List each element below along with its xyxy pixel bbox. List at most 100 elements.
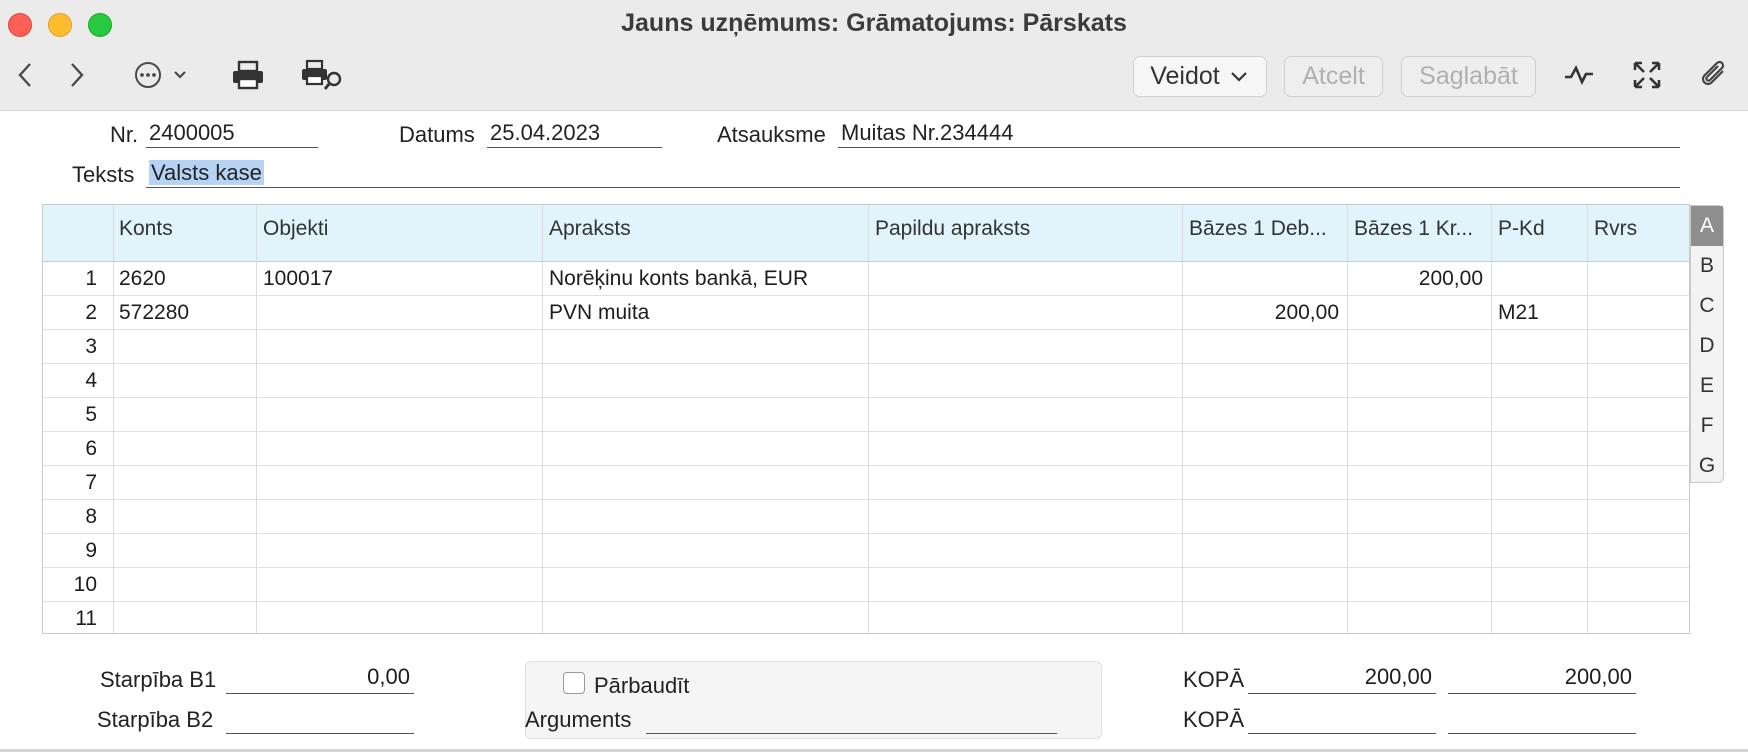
- cell-debets[interactable]: 200,00: [1183, 296, 1347, 330]
- table-row[interactable]: 10: [43, 568, 1689, 602]
- side-tab-c[interactable]: C: [1691, 286, 1723, 326]
- cell-debets[interactable]: [1183, 330, 1347, 364]
- cell-papildu-apraksts[interactable]: [875, 364, 1179, 398]
- cell-kredits[interactable]: [1348, 330, 1491, 364]
- cell-konts[interactable]: [119, 398, 253, 432]
- cell-objekti[interactable]: [263, 398, 539, 432]
- cell-kredits[interactable]: [1348, 432, 1491, 466]
- table-row[interactable]: 8: [43, 500, 1689, 534]
- cell-debets[interactable]: [1183, 466, 1347, 500]
- cell-p-kd[interactable]: [1498, 262, 1586, 296]
- kopa2-kredits-field[interactable]: [1448, 704, 1636, 734]
- cell-papildu-apraksts[interactable]: [875, 500, 1179, 534]
- cell-p-kd[interactable]: [1498, 330, 1586, 364]
- cell-p-kd[interactable]: [1498, 602, 1586, 633]
- col-objekti[interactable]: Objekti: [257, 205, 541, 262]
- forward-icon[interactable]: [66, 58, 88, 92]
- cell-p-kd[interactable]: M21: [1498, 296, 1586, 330]
- cell-papildu-apraksts[interactable]: [875, 330, 1179, 364]
- cell-apraksts[interactable]: [549, 568, 865, 602]
- back-icon[interactable]: [14, 58, 36, 92]
- starpiba-b2-field[interactable]: [226, 704, 414, 734]
- kopa-kredits-field[interactable]: 200,00: [1448, 664, 1636, 694]
- cell-apraksts[interactable]: [549, 432, 865, 466]
- cell-papildu-apraksts[interactable]: [875, 534, 1179, 568]
- side-tab-a[interactable]: A: [1691, 206, 1723, 246]
- table-row[interactable]: 6: [43, 432, 1689, 466]
- col-konts[interactable]: Konts: [113, 205, 255, 262]
- parbaudit-label[interactable]: Pārbaudīt: [594, 673, 689, 699]
- table-row[interactable]: 7: [43, 466, 1689, 500]
- cell-objekti[interactable]: [263, 500, 539, 534]
- cell-debets[interactable]: [1183, 534, 1347, 568]
- cell-apraksts[interactable]: [549, 364, 865, 398]
- cell-konts[interactable]: [119, 364, 253, 398]
- cell-rvrs[interactable]: [1594, 364, 1686, 398]
- cell-kredits[interactable]: [1348, 398, 1491, 432]
- cell-p-kd[interactable]: [1498, 500, 1586, 534]
- saglabat-button[interactable]: Saglabāt: [1401, 56, 1536, 97]
- cell-apraksts[interactable]: [549, 330, 865, 364]
- cell-debets[interactable]: [1183, 262, 1347, 296]
- cell-debets[interactable]: [1183, 500, 1347, 534]
- cell-papildu-apraksts[interactable]: [875, 466, 1179, 500]
- cell-p-kd[interactable]: [1498, 432, 1586, 466]
- side-tab-g[interactable]: G: [1691, 446, 1723, 486]
- cell-debets[interactable]: [1183, 602, 1347, 633]
- cell-rvrs[interactable]: [1594, 432, 1686, 466]
- table-row[interactable]: 11: [43, 602, 1689, 633]
- cell-objekti[interactable]: 100017: [263, 262, 539, 296]
- col-bazes-kredits[interactable]: Bāzes 1 Kr...: [1348, 205, 1490, 262]
- cell-debets[interactable]: [1183, 364, 1347, 398]
- col-papildu-apraksts[interactable]: Papildu apraksts: [869, 205, 1181, 262]
- cell-p-kd[interactable]: [1498, 466, 1586, 500]
- cell-p-kd[interactable]: [1498, 398, 1586, 432]
- cell-kredits[interactable]: [1348, 466, 1491, 500]
- argumenti-field[interactable]: [646, 704, 1057, 734]
- col-rvrs[interactable]: Rvrs: [1588, 205, 1688, 262]
- posting-grid[interactable]: Konts Objekti Apraksts Papildu apraksts …: [42, 204, 1690, 634]
- col-apraksts[interactable]: Apraksts: [543, 205, 867, 262]
- cell-debets[interactable]: [1183, 398, 1347, 432]
- cell-apraksts[interactable]: Norēķinu konts bankā, EUR: [549, 262, 865, 296]
- table-row[interactable]: 1 2620 100017 Norēķinu konts bankā, EUR 200,…: [43, 262, 1689, 296]
- cell-objekti[interactable]: [263, 534, 539, 568]
- cell-rvrs[interactable]: [1594, 296, 1686, 330]
- cell-konts[interactable]: [119, 534, 253, 568]
- cell-apraksts[interactable]: [549, 398, 865, 432]
- cell-p-kd[interactable]: [1498, 568, 1586, 602]
- cell-papildu-apraksts[interactable]: [875, 568, 1179, 602]
- cell-konts[interactable]: [119, 568, 253, 602]
- cell-kredits[interactable]: [1348, 364, 1491, 398]
- cell-konts[interactable]: [119, 432, 253, 466]
- cell-rvrs[interactable]: [1594, 330, 1686, 364]
- veidot-button[interactable]: Veidot: [1133, 56, 1267, 97]
- table-row[interactable]: 2 572280 PVN muita 200,00 M21: [43, 296, 1689, 330]
- table-row[interactable]: 4: [43, 364, 1689, 398]
- cell-objekti[interactable]: [263, 466, 539, 500]
- cell-kredits[interactable]: [1348, 500, 1491, 534]
- cell-objekti[interactable]: [263, 330, 539, 364]
- cell-debets[interactable]: [1183, 568, 1347, 602]
- cell-p-kd[interactable]: [1498, 364, 1586, 398]
- print-preview-icon[interactable]: [300, 58, 344, 92]
- side-tab-e[interactable]: E: [1691, 366, 1723, 406]
- atsauksme-field[interactable]: Muitas Nr.234444: [838, 120, 1680, 148]
- kopa-debets-field[interactable]: 200,00: [1248, 664, 1436, 694]
- cell-konts[interactable]: [119, 602, 253, 633]
- cell-apraksts[interactable]: [549, 534, 865, 568]
- col-p-kd[interactable]: P-Kd: [1492, 205, 1586, 262]
- cell-rvrs[interactable]: [1594, 398, 1686, 432]
- nr-field[interactable]: 2400005: [146, 120, 318, 148]
- cell-kredits[interactable]: [1348, 296, 1491, 330]
- cell-objekti[interactable]: [263, 568, 539, 602]
- more-icon[interactable]: [132, 58, 192, 92]
- cell-apraksts[interactable]: [549, 602, 865, 633]
- cell-rvrs[interactable]: [1594, 534, 1686, 568]
- starpiba-b1-field[interactable]: 0,00: [226, 664, 414, 694]
- cell-konts[interactable]: 572280: [119, 296, 253, 330]
- cell-apraksts[interactable]: [549, 500, 865, 534]
- side-tab-b[interactable]: B: [1691, 246, 1723, 286]
- table-row[interactable]: 3: [43, 330, 1689, 364]
- cell-papildu-apraksts[interactable]: [875, 432, 1179, 466]
